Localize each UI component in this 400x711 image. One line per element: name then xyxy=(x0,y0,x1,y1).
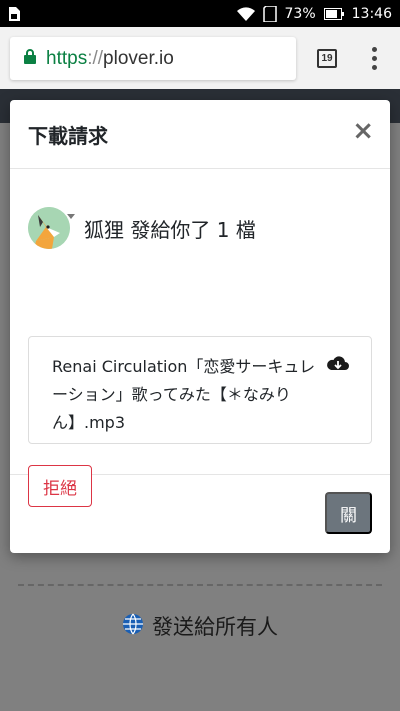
wifi-icon xyxy=(236,6,255,21)
cloud-download-icon[interactable] xyxy=(326,355,350,377)
url-scheme: https xyxy=(46,47,88,69)
sender-message: 狐狸 發給你了 1 檔 xyxy=(84,217,256,242)
browser-toolbar: https://plover.io 19 xyxy=(0,27,400,89)
globe-icon xyxy=(122,613,144,640)
overflow-menu-icon[interactable] xyxy=(368,47,380,71)
dialog-title: 下載請求 xyxy=(28,123,108,148)
fox-avatar[interactable] xyxy=(28,207,70,249)
close-icon[interactable]: × xyxy=(352,118,374,144)
url-host: plover.io xyxy=(103,47,174,69)
file-name: Renai Circulation「恋愛サーキュレーション」歌ってみた【＊なみり… xyxy=(52,357,316,432)
url-text: https://plover.io xyxy=(46,48,174,70)
close-button[interactable]: 關 xyxy=(325,492,372,534)
address-bar[interactable]: https://plover.io xyxy=(10,37,296,80)
sender-row: 狐狸 發給你了 1 檔 xyxy=(28,207,256,249)
clock: 13:46 xyxy=(351,5,392,22)
dialog-footer: 關 xyxy=(10,475,390,553)
lock-icon xyxy=(24,49,36,68)
sd-card-icon xyxy=(262,5,277,22)
send-to-all-label: 發送給所有人 xyxy=(152,615,278,639)
download-request-dialog: 下載請求 × 狐狸 發給你了 1 檔 Renai Circulation「恋愛サ… xyxy=(10,100,390,553)
battery-icon xyxy=(323,7,344,20)
sim-card-icon xyxy=(8,6,20,21)
dialog-body: 狐狸 發給你了 1 檔 Renai Circulation「恋愛サーキュレーショ… xyxy=(10,169,390,507)
url-separator: :// xyxy=(87,47,104,69)
status-bar: 73% 13:46 xyxy=(0,0,400,27)
dialog-header: 下載請求 × xyxy=(10,100,390,169)
chevron-down-icon xyxy=(67,214,75,219)
tab-switcher-button[interactable]: 19 xyxy=(317,49,337,68)
dashed-divider xyxy=(18,584,382,586)
send-to-all-button[interactable]: 發送給所有人 xyxy=(0,611,400,641)
file-card: Renai Circulation「恋愛サーキュレーション」歌ってみた【＊なみり… xyxy=(28,336,372,444)
battery-percent: 73% xyxy=(284,5,316,22)
